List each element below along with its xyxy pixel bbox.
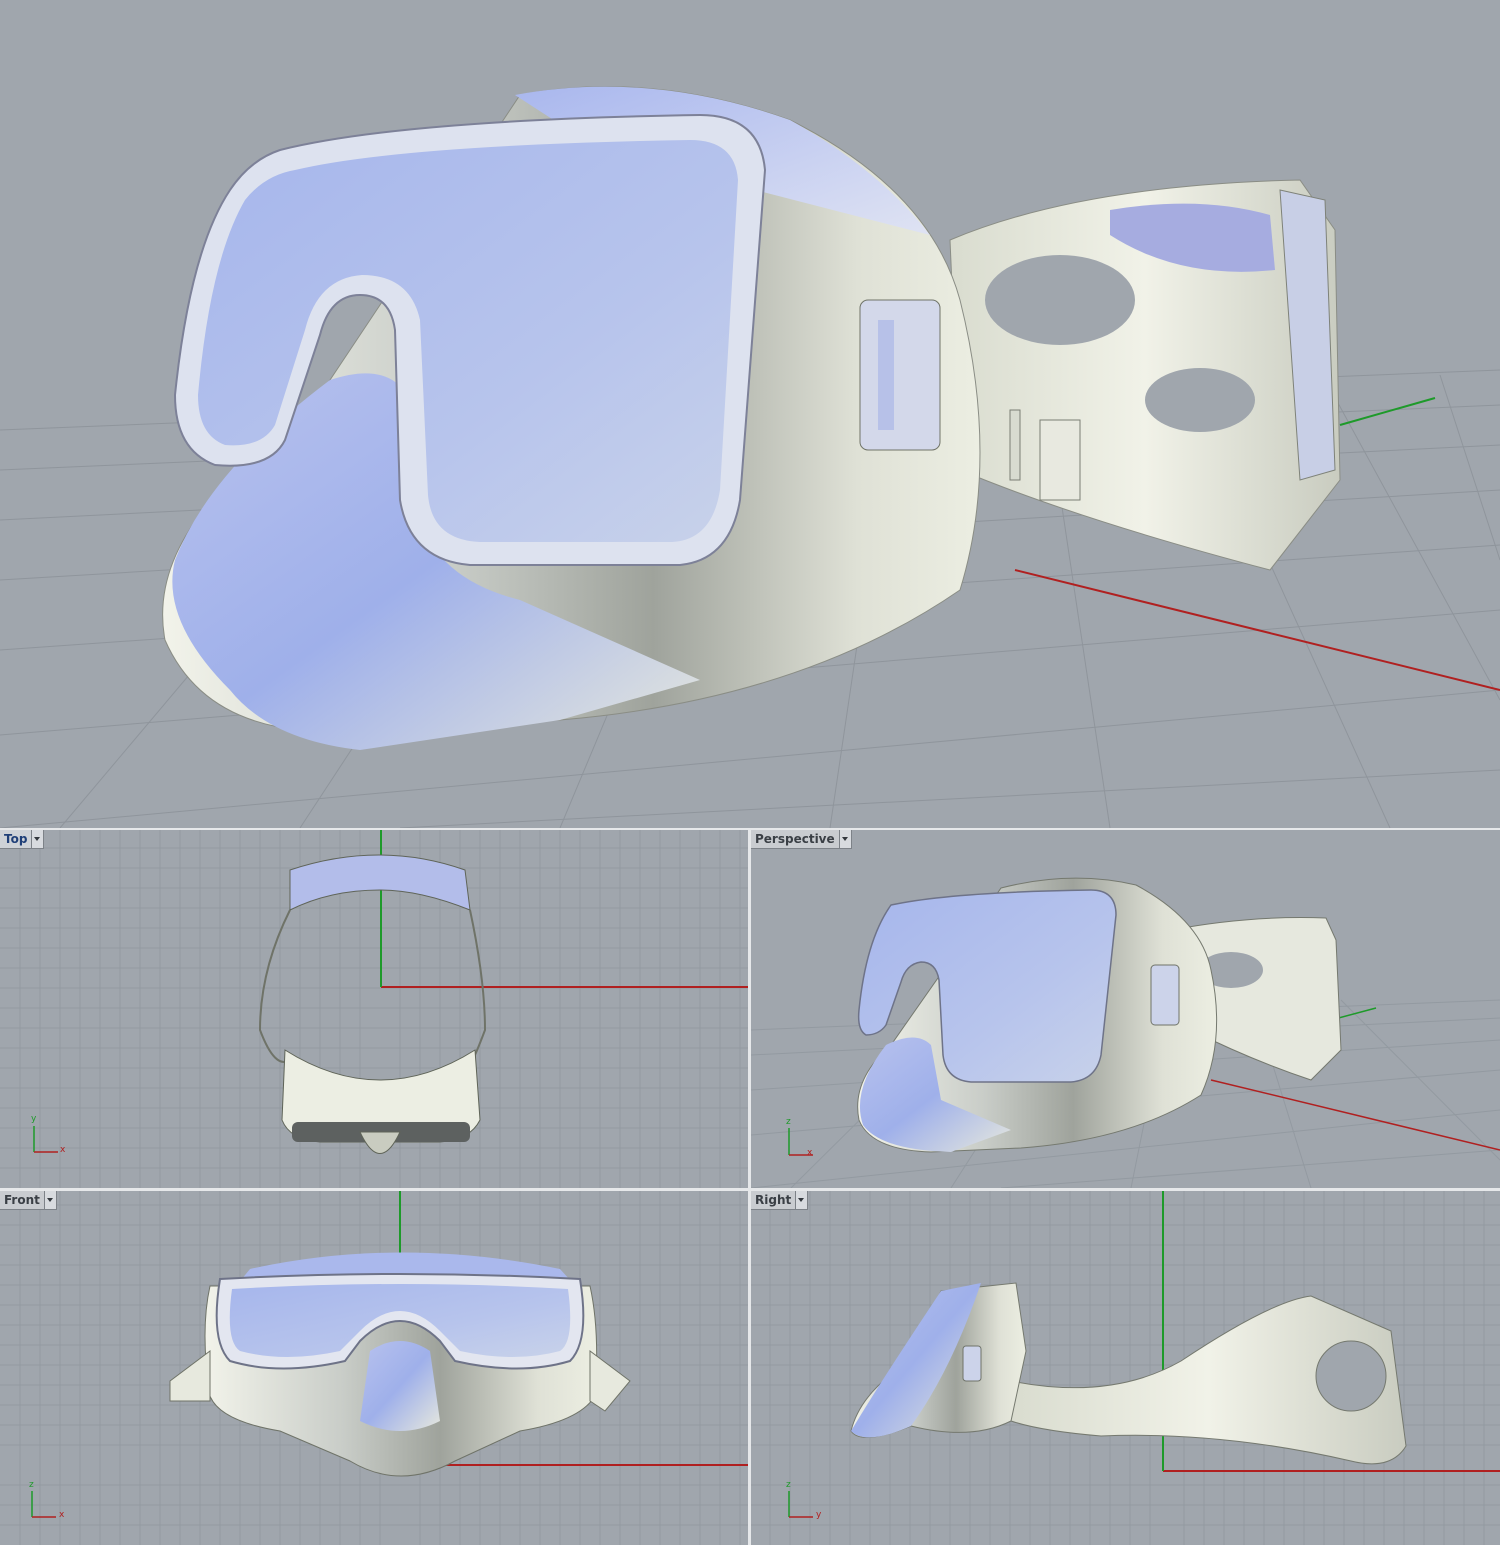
- viewport-tab-front[interactable]: Front: [0, 1191, 57, 1210]
- top-view-model: [258, 854, 487, 1154]
- viewport-right-label[interactable]: Right: [751, 1191, 795, 1209]
- viewport-front[interactable]: Front z x: [0, 1191, 748, 1545]
- top-view-canvas: [0, 830, 748, 1188]
- chevron-down-icon[interactable]: [43, 1191, 56, 1209]
- right-view-canvas: [751, 1191, 1500, 1545]
- perspective-axis-label-x: x: [807, 1148, 813, 1158]
- right-axis-label-y: y: [816, 1510, 822, 1520]
- right-view-model: [850, 1282, 1407, 1465]
- viewport-perspective[interactable]: Perspective z x: [751, 830, 1500, 1188]
- chevron-down-icon[interactable]: [31, 830, 44, 848]
- viewport-tab-top[interactable]: Top: [0, 830, 45, 849]
- top-axis-label-x: x: [60, 1145, 66, 1155]
- viewport-tab-right[interactable]: Right: [751, 1191, 809, 1210]
- viewport-top[interactable]: Top y x: [0, 830, 748, 1188]
- perspective-view-canvas: [751, 877, 1500, 1188]
- front-axis-icon: [31, 1491, 56, 1518]
- viewport-right[interactable]: Right z y: [751, 1191, 1500, 1545]
- viewport-top-label[interactable]: Top: [0, 830, 31, 848]
- main-perspective-render[interactable]: [0, 0, 1500, 828]
- main-strap: [949, 179, 1341, 571]
- front-axis-label-x: x: [59, 1510, 65, 1520]
- front-view-model: [169, 1252, 631, 1477]
- front-axis-label-z: z: [29, 1480, 34, 1490]
- front-view-canvas: [0, 1191, 748, 1545]
- chevron-down-icon[interactable]: [838, 830, 851, 848]
- chevron-down-icon[interactable]: [795, 1191, 808, 1209]
- perspective-axis-label-z: z: [786, 1117, 791, 1127]
- viewport-front-label[interactable]: Front: [0, 1191, 44, 1209]
- perspective-view-model: [857, 877, 1342, 1153]
- top-axis-label-y: y: [31, 1114, 37, 1124]
- viewport-tab-perspective[interactable]: Perspective: [751, 830, 852, 849]
- viewport-perspective-label[interactable]: Perspective: [751, 830, 839, 848]
- right-axis-label-z: z: [786, 1480, 791, 1490]
- main-render-canvas: [0, 86, 1500, 828]
- right-axis-icon: [788, 1491, 813, 1518]
- main-x-axis: [1014, 569, 1500, 691]
